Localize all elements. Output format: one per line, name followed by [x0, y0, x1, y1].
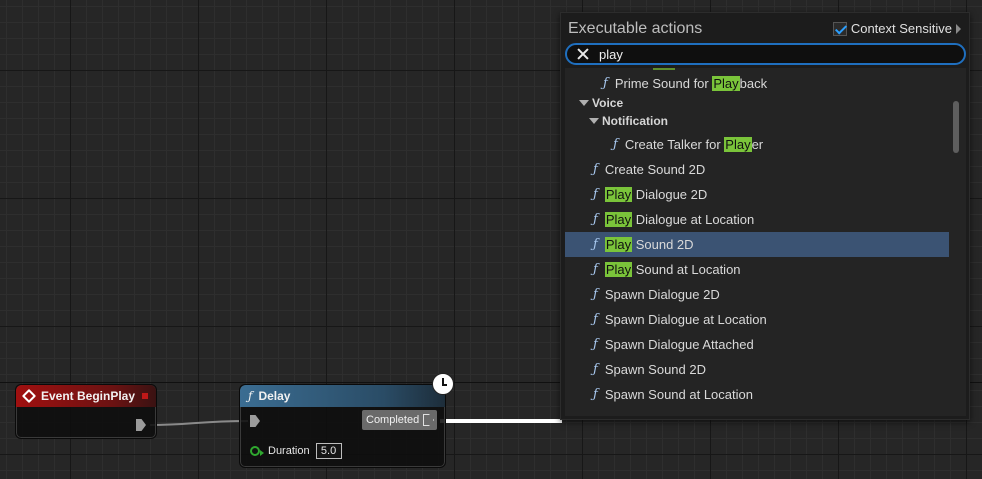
subcategory-row[interactable]: Notification [565, 112, 949, 130]
action-item-label: Play Sound 2D [604, 237, 694, 252]
action-item-label: Create Talker for Player [625, 137, 763, 152]
partial-row-highlight [653, 68, 675, 70]
event-node-title: Event BeginPlay [41, 389, 136, 403]
event-diamond-icon [21, 388, 37, 404]
actions-list[interactable]: ƒ Prime Sound for Playback Voice Notificati… [565, 68, 966, 416]
function-icon: ƒ [593, 187, 598, 202]
function-icon: ƒ [593, 312, 598, 327]
label-text: Spawn Dialogue 2D [604, 287, 720, 302]
action-item-label: Play Dialogue at Location [604, 212, 755, 227]
event-beginplay-node[interactable]: Event BeginPlay [15, 384, 157, 439]
completed-exec-pin[interactable] [423, 414, 434, 426]
category-row[interactable]: Voice [565, 94, 949, 112]
action-item[interactable]: ƒ Prime Sound for Playback [565, 71, 949, 96]
event-node-header: Event BeginPlay [16, 385, 156, 407]
action-item[interactable]: ƒ Play Dialogue at Location [565, 207, 949, 232]
label-text: Spawn Dialogue at Location [604, 312, 767, 327]
action-item[interactable]: ƒ Create Talker for Player [565, 132, 949, 157]
action-item-label: Spawn Sound 2D [605, 362, 706, 377]
context-sensitive-checkbox[interactable] [832, 21, 847, 36]
action-item-label: Create Sound 2D [605, 162, 705, 177]
function-icon: ƒ [248, 389, 253, 403]
function-icon: ƒ [593, 287, 598, 302]
delay-node[interactable]: ƒ Delay Completed Duration 5.0 [239, 384, 446, 468]
delay-node-header: ƒ Delay [240, 385, 445, 407]
search-match-highlight: Play [724, 137, 752, 152]
latent-clock-icon [432, 373, 454, 395]
search-match-highlight: Play [604, 187, 633, 202]
delay-exec-input-pin[interactable] [250, 415, 260, 427]
duration-input-row: Duration 5.0 [250, 443, 342, 459]
action-item[interactable]: ƒ Play Dialogue 2D [565, 182, 949, 207]
label-text: Spawn Dialogue Attached [604, 337, 754, 352]
duration-value-field[interactable]: 5.0 [315, 443, 342, 459]
action-item[interactable]: ƒ Spawn Dialogue at Location [565, 307, 949, 332]
context-sensitive-toggle[interactable]: Context Sensitive [832, 21, 961, 36]
label-text: back [739, 76, 768, 91]
search-input[interactable] [599, 46, 939, 62]
function-icon: ƒ [593, 162, 598, 177]
search-match-highlight: Play [604, 212, 633, 227]
collapse-triangle-icon[interactable] [589, 118, 599, 124]
label-text: Dialogue at Location [632, 212, 755, 227]
label-text: Dialogue 2D [632, 187, 708, 202]
action-item[interactable]: ƒ Play Sound 2D [565, 232, 949, 257]
completed-label: Completed [366, 414, 420, 426]
action-item-label: Prime Sound for Playback [615, 76, 767, 91]
scrollbar-thumb[interactable] [953, 101, 959, 153]
label-text: Create Sound 2D [604, 162, 706, 177]
label-text: Sound 2D [632, 237, 694, 252]
function-icon: ƒ [593, 212, 598, 227]
expand-arrow-icon[interactable] [956, 23, 961, 34]
action-item[interactable]: ƒ Spawn Sound at Location [565, 382, 949, 407]
action-item-label: Play Dialogue 2D [604, 187, 708, 202]
action-item-label: Spawn Dialogue 2D [605, 287, 720, 302]
event-delegate-icon[interactable] [142, 393, 148, 399]
function-icon: ƒ [593, 337, 598, 352]
label-text: Create Talker for [624, 137, 725, 152]
search-box[interactable] [565, 43, 966, 65]
duration-label: Duration [268, 445, 310, 457]
event-exec-output-pin[interactable] [136, 419, 146, 431]
label-text: Sound at Location [632, 262, 741, 277]
category-label: Voice [592, 96, 624, 110]
menu-title: Executable actions [568, 20, 703, 37]
label-text: er [751, 137, 764, 152]
action-item[interactable]: ƒ Spawn Dialogue Attached [565, 332, 949, 357]
search-match-highlight: Play [712, 76, 740, 91]
executable-actions-menu: Executable actions Context Sensitive ƒ Pr… [560, 12, 970, 420]
action-item-label: Spawn Sound at Location [605, 387, 753, 402]
category-label: Notification [602, 114, 668, 128]
action-item-label: Play Sound at Location [604, 262, 741, 277]
wire-event-to-delay [149, 420, 249, 426]
function-icon: ƒ [593, 262, 598, 277]
action-item-label: Spawn Dialogue at Location [605, 312, 767, 327]
search-match-highlight: Play [604, 262, 633, 277]
delay-node-title: Delay [258, 389, 291, 403]
action-item[interactable]: ƒ Play Sound at Location [565, 257, 949, 282]
function-icon: ƒ [613, 137, 618, 152]
label-text: Spawn Sound 2D [604, 362, 706, 377]
function-icon: ƒ [593, 237, 598, 252]
clear-search-icon[interactable] [575, 46, 591, 62]
action-item[interactable]: ƒ Create Sound 2D [565, 157, 949, 182]
collapse-triangle-icon[interactable] [579, 100, 589, 106]
action-item[interactable]: ƒ Spawn Sound 2D [565, 357, 949, 382]
search-match-highlight: Play [604, 237, 633, 252]
function-icon: ƒ [603, 76, 608, 91]
label-text: Spawn Sound at Location [604, 387, 753, 402]
function-icon: ƒ [593, 362, 598, 377]
duration-pin[interactable] [250, 446, 264, 456]
action-item[interactable]: ƒ Spawn Dialogue 2D [565, 282, 949, 307]
label-text: Prime Sound for [614, 76, 713, 91]
action-item-label: Spawn Dialogue Attached [605, 337, 754, 352]
context-sensitive-label: Context Sensitive [850, 21, 952, 36]
function-icon: ƒ [593, 387, 598, 402]
completed-output[interactable]: Completed [362, 410, 437, 430]
